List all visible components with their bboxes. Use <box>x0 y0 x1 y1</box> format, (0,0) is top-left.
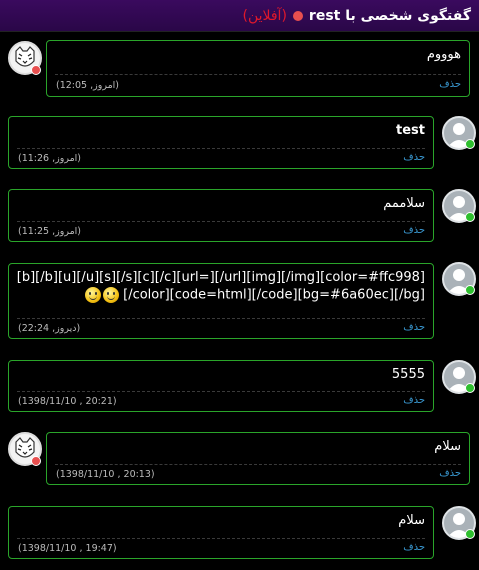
message-bubble: سلام حذف (1398/11/10 , 20:13) <box>46 432 470 485</box>
message-list[interactable]: هوووم حذف (امروز, 12:05) test حذف (امروز… <box>0 32 479 570</box>
message-text: سلام <box>434 439 461 454</box>
online-badge-icon <box>465 139 475 149</box>
message-text-line2-text: [bg/][bg=#6a60ec][code/][code=html][colo… <box>123 287 425 303</box>
status-label: (آفلاین) <box>242 7 287 24</box>
delete-message-link[interactable]: حذف <box>439 79 461 90</box>
chat-header: گفتگوی شخصی با rest (آفلاین) <box>0 0 479 32</box>
delete-message-link[interactable]: حذف <box>403 152 425 163</box>
message-text-line1: [color=#ffc998][img/][img][url/][=url][c… <box>16 270 425 285</box>
online-badge-icon <box>465 212 475 222</box>
chat-title: گفتگوی شخصی با rest <box>308 7 471 24</box>
delete-message-link[interactable]: حذف <box>403 225 425 236</box>
message-text: test <box>396 123 425 138</box>
message-time: (1398/11/10 , 19:47) <box>18 543 117 554</box>
message-text: 5555 <box>391 367 425 382</box>
message-text: سلاممم <box>383 196 425 211</box>
delete-message-link[interactable]: حذف <box>403 542 425 553</box>
online-badge-icon <box>465 529 475 539</box>
message-bubble: [color=#ffc998][img/][img][url/][=url][c… <box>8 263 434 339</box>
message-time: (دیروز, 22:24) <box>18 323 81 334</box>
online-badge-icon <box>465 285 475 295</box>
message-bubble: سلام حذف (1398/11/10 , 19:47) <box>8 506 434 559</box>
smiley-icon <box>84 287 101 303</box>
message-bubble: 5555 حذف (1398/11/10 , 20:21) <box>8 360 434 412</box>
message-time: (1398/11/10 , 20:13) <box>56 469 155 480</box>
offline-status-dot-icon <box>292 10 303 21</box>
message-bubble: test حذف (امروز, 11:26) <box>8 116 434 169</box>
smiley-icon <box>102 287 119 303</box>
delete-message-link[interactable]: حذف <box>403 395 425 406</box>
offline-badge-icon <box>31 65 41 75</box>
delete-message-link[interactable]: حذف <box>439 468 461 479</box>
message-bubble: سلاممم حذف (امروز, 11:25) <box>8 189 434 242</box>
delete-message-link[interactable]: حذف <box>403 322 425 333</box>
message-text: هوووم <box>426 47 461 62</box>
message-text-line2: [bg/][bg=#6a60ec][code/][code=html][colo… <box>9 285 433 303</box>
message-time: (امروز, 12:05) <box>56 80 120 91</box>
offline-badge-icon <box>31 456 41 466</box>
message-time: (امروز, 11:25) <box>18 226 82 237</box>
message-bubble: هوووم حذف (امروز, 12:05) <box>46 40 470 97</box>
message-text: سلام <box>398 513 425 528</box>
message-time: (امروز, 11:26) <box>18 153 82 164</box>
online-badge-icon <box>465 383 475 393</box>
message-time: (1398/11/10 , 20:21) <box>18 396 117 407</box>
